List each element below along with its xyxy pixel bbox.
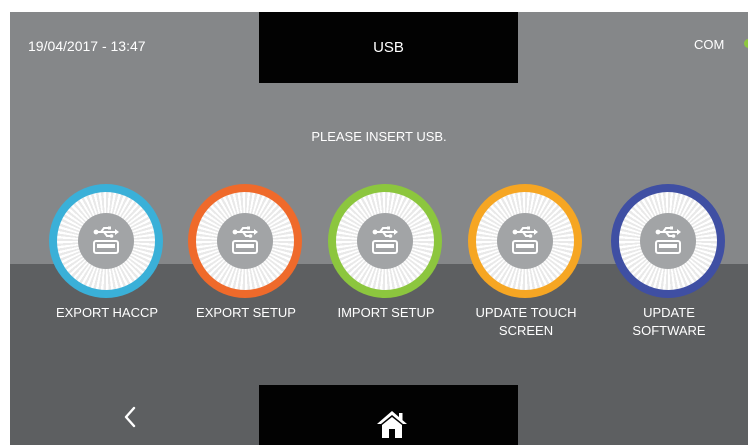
update-touch-screen-button[interactable]: UPDATE TOUCH SCREEN: [466, 184, 586, 354]
button-ring: [328, 184, 442, 298]
com-status-label: COM: [694, 37, 725, 52]
button-label: EXPORT HACCP: [55, 305, 159, 320]
button-ring: [611, 184, 725, 298]
button-ring: [49, 184, 163, 298]
page-title: USB: [373, 39, 404, 56]
button-ring: [468, 184, 582, 298]
page-title-box: USB: [259, 12, 518, 83]
home-icon: [377, 411, 407, 438]
usb-icon: [93, 226, 119, 254]
button-ring: [188, 184, 302, 298]
chevron-left-icon: [124, 406, 136, 428]
button-label: UPDATE TOUCH SCREEN: [475, 305, 577, 338]
usb-icon: [232, 226, 258, 254]
export-haccp-button[interactable]: EXPORT HACCP: [47, 184, 167, 354]
home-button[interactable]: [374, 408, 410, 445]
import-setup-button[interactable]: IMPORT SETUP: [326, 184, 446, 354]
com-status-indicator: [744, 39, 748, 48]
datetime-display: 19/04/2017 - 13:47: [28, 38, 146, 54]
update-software-button[interactable]: UPDATE SOFTWARE: [609, 184, 729, 354]
insert-usb-prompt: PLEASE INSERT USB.: [311, 129, 447, 144]
usb-icon: [655, 226, 681, 254]
usb-icon: [372, 226, 398, 254]
button-label: UPDATE SOFTWARE: [632, 305, 706, 338]
button-label: EXPORT SETUP: [196, 305, 296, 320]
back-button[interactable]: [122, 404, 138, 435]
button-label: IMPORT SETUP: [337, 305, 435, 320]
usb-icon: [512, 226, 538, 254]
usb-screen: 19/04/2017 - 13:47 USB COM PLEASE INSERT…: [10, 12, 748, 445]
export-setup-button[interactable]: EXPORT SETUP: [186, 184, 306, 354]
